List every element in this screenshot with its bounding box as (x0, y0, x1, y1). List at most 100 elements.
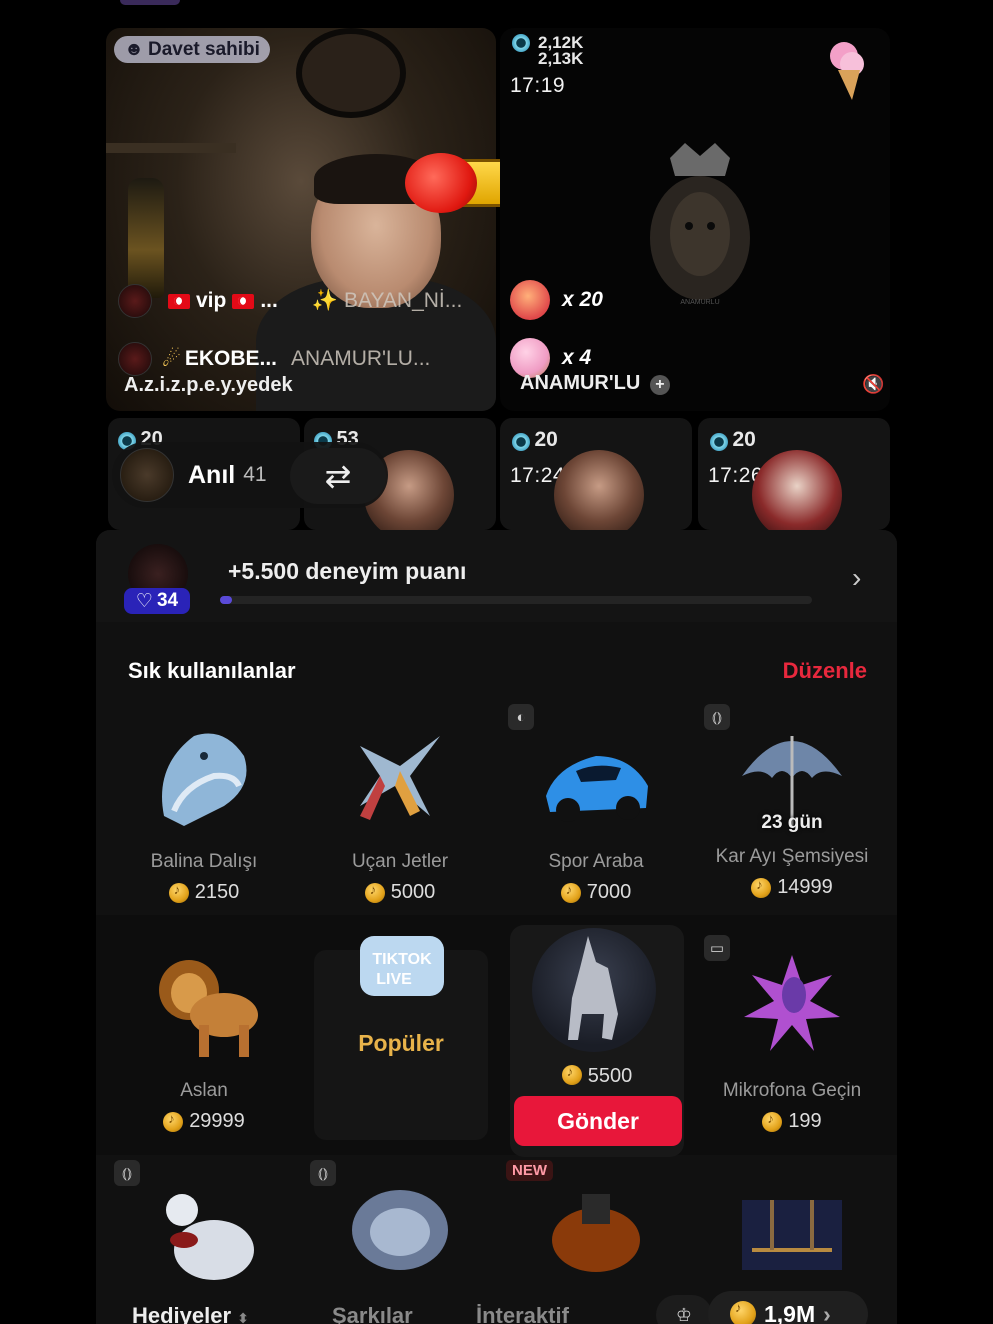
sportscar-gift-icon (546, 756, 648, 822)
shelf-decor (106, 143, 236, 153)
gift-item-row3-2[interactable]: ⦅⦆ (302, 1160, 498, 1295)
mini-tile-4[interactable]: 20 17:26 (698, 418, 890, 530)
sparkle-icon: ✨ (311, 289, 339, 312)
microphone-gift-icon (744, 955, 840, 1051)
turkey-flag-icon (232, 293, 255, 309)
gift-item-row3-4[interactable] (694, 1170, 890, 1295)
crown-icon: ♔ (675, 1304, 693, 1324)
swap-recipient-button[interactable]: ⇄ (290, 448, 386, 504)
coin-balance-button[interactable]: 1,9M › (708, 1291, 868, 1324)
diamond-icon (512, 432, 530, 451)
mini-count-row: 20 (710, 428, 756, 452)
coin-icon (751, 877, 772, 898)
gift-item-polarbear-umbrella[interactable]: ⦅⦆ 23 gün Kar Ayı Şemsiyesi 14999 (694, 704, 890, 899)
host-video-tile[interactable]: ☻ Davet sahibi vip ... ✨ BAYAN_Nİ... ☄ E… (106, 28, 496, 411)
locked-tag-icon: ⦅⦆ (114, 1160, 140, 1186)
guest-avatar (118, 342, 152, 376)
autumn-gift-icon (552, 1194, 640, 1272)
whale-gift-icon (162, 733, 247, 826)
gift-name: Kar Ayı Şemsiyesi (715, 846, 869, 867)
svg-text:ANAMURLU: ANAMURLU (680, 299, 719, 306)
gift-item-balina[interactable]: Balina Dalışı 2150 (106, 716, 302, 904)
guest-name[interactable]: ANAMUR'LU + (520, 372, 670, 395)
coin-icon (730, 1300, 756, 1324)
lion-crown-logo: ANAMURLU (650, 143, 750, 306)
guest-row-2[interactable]: ☄ EKOBE... ANAMUR'LU... (118, 342, 430, 376)
guest-avatar (118, 284, 152, 318)
swap-arrows-icon: ⇄ (324, 458, 352, 494)
tab-songs[interactable]: Şarkılar (332, 1303, 413, 1324)
viewer-count: 2,12K 2,13K (512, 34, 583, 67)
svg-text:TIKTOK: TIKTOK (372, 951, 432, 968)
xp-fill (220, 596, 232, 604)
gift-popup-1: x 20 (510, 280, 603, 320)
gift-price: 7000 (498, 881, 694, 904)
tile-time: 17:19 (510, 74, 566, 97)
gift-item-aslan[interactable]: Aslan 29999 (106, 945, 302, 1133)
boost-heart-icon (405, 153, 477, 213)
host-name: A.z.i.z.p.e.y.yedek (124, 374, 293, 396)
palette-icon: ◐ (508, 704, 534, 730)
xp-track (220, 596, 812, 604)
guest-video-tile[interactable]: 2,12K 2,13K 17:19 ANAMURLU x 20 x 4 ANAM… (500, 28, 890, 411)
mic-tag-icon: ▭ (704, 935, 730, 961)
crown-button[interactable]: ♔ (656, 1295, 712, 1324)
gift-tabbar: Hediyeler ⬍ Şarkılar İnteraktif ♔ 1,9M › (96, 1291, 897, 1324)
guest-portrait (752, 450, 842, 530)
top-strip (120, 0, 180, 5)
comet-icon: ☄ (162, 347, 181, 371)
host-badge: ☻ Davet sahibi (114, 36, 270, 63)
xp-text: +5.500 deneyim puanı (228, 558, 467, 584)
popular-label[interactable]: Popüler (314, 1030, 488, 1057)
guest-portrait (554, 450, 644, 530)
lion-gift-icon (159, 960, 258, 1057)
gift-item-sportscar[interactable]: ◐ Spor Araba 7000 (498, 704, 694, 904)
gift-item-jets[interactable]: Uçan Jetler 5000 (302, 716, 498, 904)
tab-interactive[interactable]: İnteraktif (476, 1303, 569, 1324)
level-badge: ♡ 34 (124, 588, 190, 614)
chevron-right-icon: › (823, 1300, 831, 1324)
heart-face-icon (510, 280, 550, 320)
section-title: Sık kullanılanlar (128, 658, 296, 683)
diamond-icon (710, 432, 728, 451)
send-gift-button[interactable]: Gönder (514, 1096, 682, 1146)
gift-price: 14999 (694, 876, 890, 899)
chevron-right-icon[interactable]: › (852, 562, 861, 594)
coin-icon (364, 882, 385, 903)
tiktok-live-icon: TIKTOK LIVE (360, 936, 444, 996)
icecream-icon (830, 42, 864, 100)
gift-item-row3-3[interactable]: NEW (498, 1160, 694, 1295)
sort-icon: ⬍ (237, 1310, 249, 1324)
wolf-gift-icon (568, 936, 618, 1040)
coin-icon (163, 1111, 184, 1132)
heart-shield-icon: ♡ (135, 590, 153, 612)
mic-muted-icon: 🔇 (862, 374, 885, 394)
gift-name: Aslan (180, 1080, 228, 1101)
coin-icon (560, 882, 581, 903)
recipient-name: Anıl (188, 460, 236, 489)
gift-name: Uçan Jetler (351, 851, 449, 872)
svg-text:LIVE: LIVE (376, 971, 412, 988)
duration-label: 23 gün (761, 812, 823, 833)
mini-tile-3[interactable]: 20 17:24 (500, 418, 692, 530)
xp-progress-row[interactable]: ♡ 34 +5.500 deneyim puanı › (96, 530, 897, 622)
turkey-flag-icon (168, 293, 190, 309)
gift-price: 199 (694, 1110, 890, 1133)
wolf-gift-art (532, 928, 656, 1052)
gift-price: 29999 (106, 1110, 302, 1133)
gift-panel: ♡ 34 +5.500 deneyim puanı › Sık kullanıl… (96, 530, 897, 1324)
coin-icon (561, 1064, 582, 1085)
gift-item-mikrofon[interactable]: ▭ Mikrofona Geçin 199 (694, 935, 890, 1133)
bridge-gift-icon (742, 1200, 842, 1270)
tab-gifts[interactable]: Hediyeler ⬍ (132, 1303, 249, 1324)
gift-price: 2150 (106, 881, 302, 904)
diamond-icon (512, 34, 530, 52)
gift-price: 5000 (302, 881, 498, 904)
edit-button[interactable]: Düzenle (783, 658, 867, 684)
guest-row-1[interactable]: vip ... ✨ BAYAN_Nİ... (118, 284, 462, 318)
wall-clock-decor (296, 28, 406, 118)
gift-item-row3-1[interactable]: ⦅⦆ (106, 1160, 302, 1295)
jets-gift-icon (360, 736, 440, 820)
follow-button[interactable]: + (649, 375, 670, 395)
selected-gift-price: 5500 (510, 1064, 684, 1088)
